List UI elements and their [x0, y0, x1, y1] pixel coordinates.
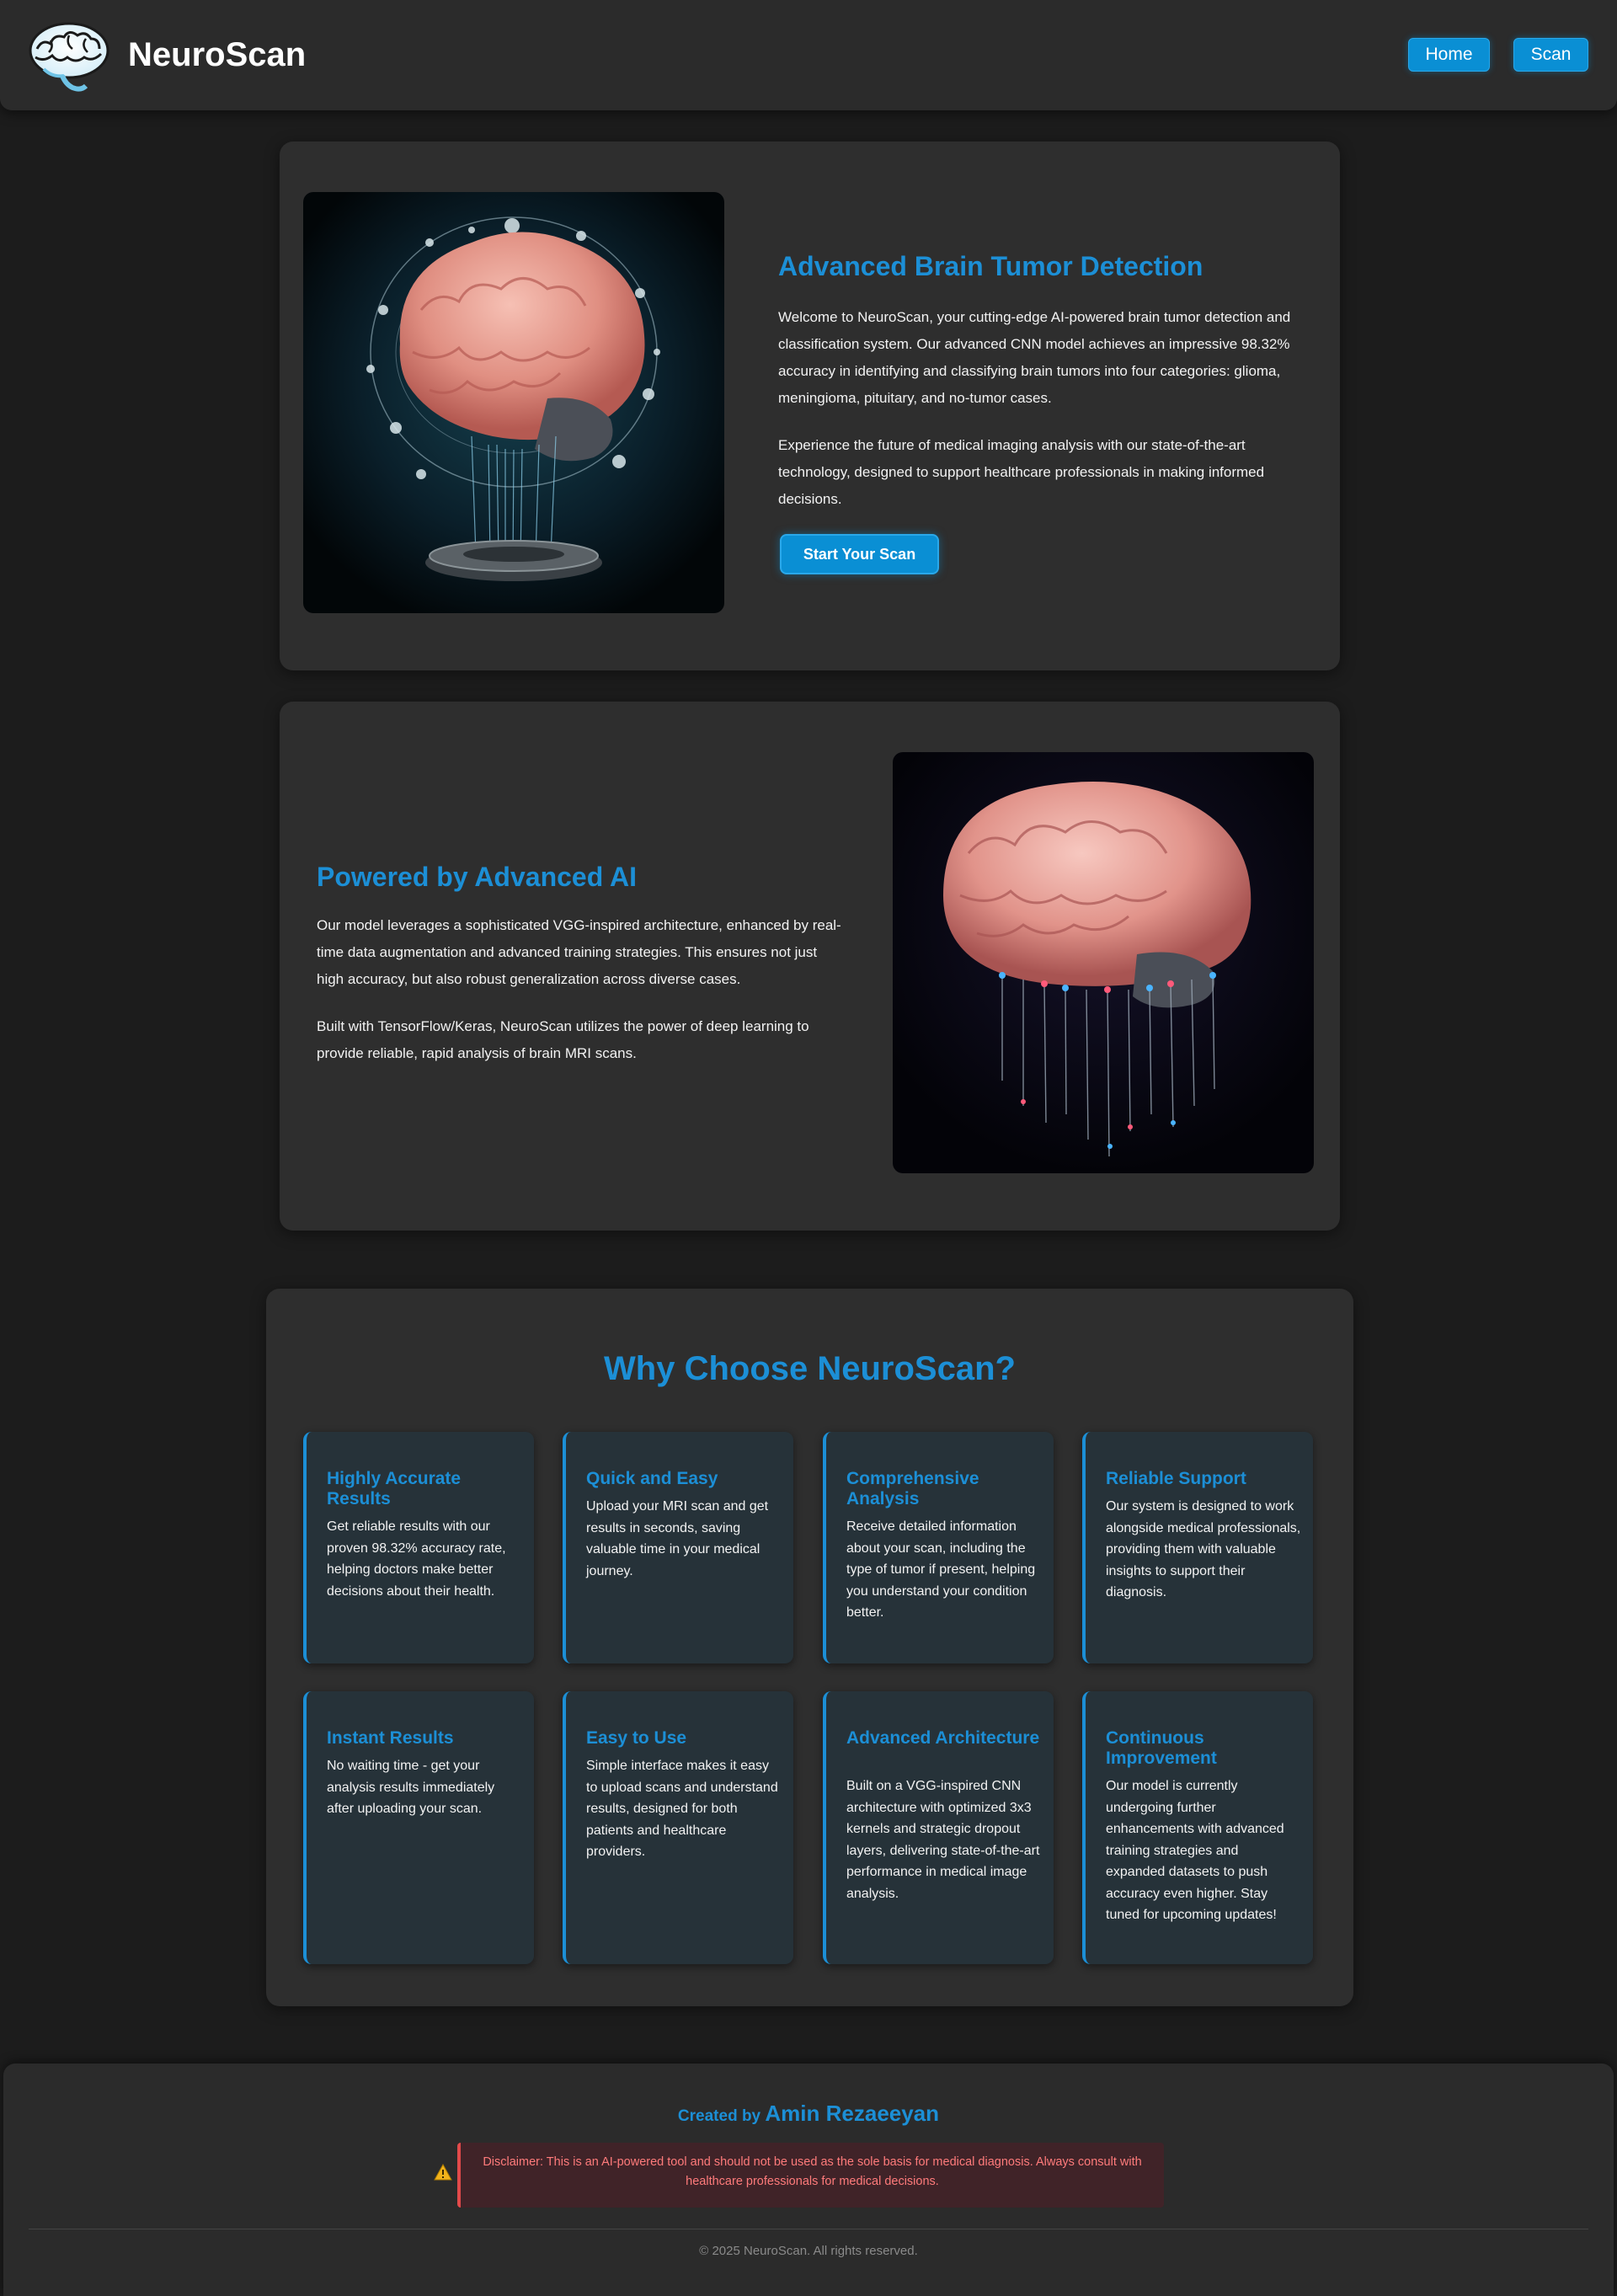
feature-text: Upload your MRI scan and get results in … [586, 1499, 769, 1578]
features-section: Why Choose NeuroScan? Highly Accurate Re… [266, 1289, 1353, 2006]
feature-text: Our model is currently undergoing furthe… [1106, 1779, 1284, 1922]
feature-title: Advanced Architecture [846, 1728, 1040, 1748]
ai-paragraph-1: Our model leverages a sophisticated VGG-… [317, 917, 841, 987]
brand-title[interactable]: NeuroScan [128, 34, 306, 76]
feature-title: Easy to Use [586, 1728, 687, 1748]
feature-card: Comprehensive Analysis Receive detailed … [823, 1432, 1054, 1663]
hero-paragraph-1: Welcome to NeuroScan, your cutting-edge … [778, 309, 1291, 406]
nav-scan-button[interactable]: Scan [1513, 38, 1588, 72]
nav-home-button[interactable]: Home [1408, 38, 1490, 72]
ai-paragraph-2: Built with TensorFlow/Keras, NeuroScan u… [317, 1018, 809, 1061]
feature-title: Comprehensive Analysis [846, 1469, 979, 1508]
brain-logo-icon[interactable] [25, 19, 113, 93]
brain-circuit-image [893, 752, 1314, 1173]
feature-title: Continuous Improvement [1106, 1728, 1217, 1768]
feature-text: Our system is designed to work alongside… [1106, 1499, 1301, 1599]
feature-card: Quick and Easy Upload your MRI scan and … [563, 1432, 793, 1663]
feature-card: Continuous Improvement Our model is curr… [1082, 1691, 1313, 1964]
created-by-label: Created by [677, 2107, 766, 2125]
disclaimer-box: Disclaimer: This is an AI-powered tool a… [457, 2143, 1164, 2208]
ai-title: Powered by Advanced AI [317, 862, 637, 892]
feature-card: Reliable Support Our system is designed … [1082, 1432, 1313, 1663]
feature-text: Simple interface makes it easy to upload… [586, 1759, 778, 1859]
hero-section: Advanced Brain Tumor Detection Welcome t… [280, 141, 1340, 670]
feature-title: Quick and Easy [586, 1469, 718, 1488]
feature-card: Advanced Architecture Built on a VGG-ins… [823, 1691, 1054, 1964]
feature-card: Instant Results No waiting time - get yo… [303, 1691, 534, 1964]
brain-network-image [303, 192, 724, 613]
feature-text: Built on a VGG-inspired CNN architecture… [846, 1779, 1040, 1901]
feature-text: No waiting time - get your analysis resu… [327, 1759, 495, 1816]
feature-card: Highly Accurate Results Get reliable res… [303, 1432, 534, 1663]
feature-text: Receive detailed information about your … [846, 1519, 1036, 1620]
site-footer: Created by Amin Rezaeeyan Disclaimer: Th… [3, 2064, 1614, 2296]
copyright-text: © 2025 NeuroScan. All rights reserved. [699, 2244, 918, 2258]
warning-icon [434, 2164, 452, 2181]
features-title: Why Choose NeuroScan? [604, 1350, 1016, 1387]
feature-card: Easy to Use Simple interface makes it ea… [563, 1691, 793, 1964]
feature-title: Highly Accurate Results [327, 1469, 462, 1508]
created-by: Created by Amin Rezaeeyan [3, 2101, 1614, 2127]
site-header: NeuroScan Home Scan [0, 0, 1617, 110]
ai-section: Powered by Advanced AI Our model leverag… [280, 702, 1340, 1231]
feature-text: Get reliable results with our proven 98.… [327, 1519, 506, 1599]
feature-title: Instant Results [327, 1728, 454, 1748]
hero-title: Advanced Brain Tumor Detection [778, 251, 1203, 281]
author-name: Amin Rezaeeyan [765, 2101, 940, 2126]
hero-paragraph-2: Experience the future of medical imaging… [778, 437, 1265, 507]
start-scan-button[interactable]: Start Your Scan [780, 534, 939, 574]
feature-title: Reliable Support [1106, 1469, 1246, 1488]
